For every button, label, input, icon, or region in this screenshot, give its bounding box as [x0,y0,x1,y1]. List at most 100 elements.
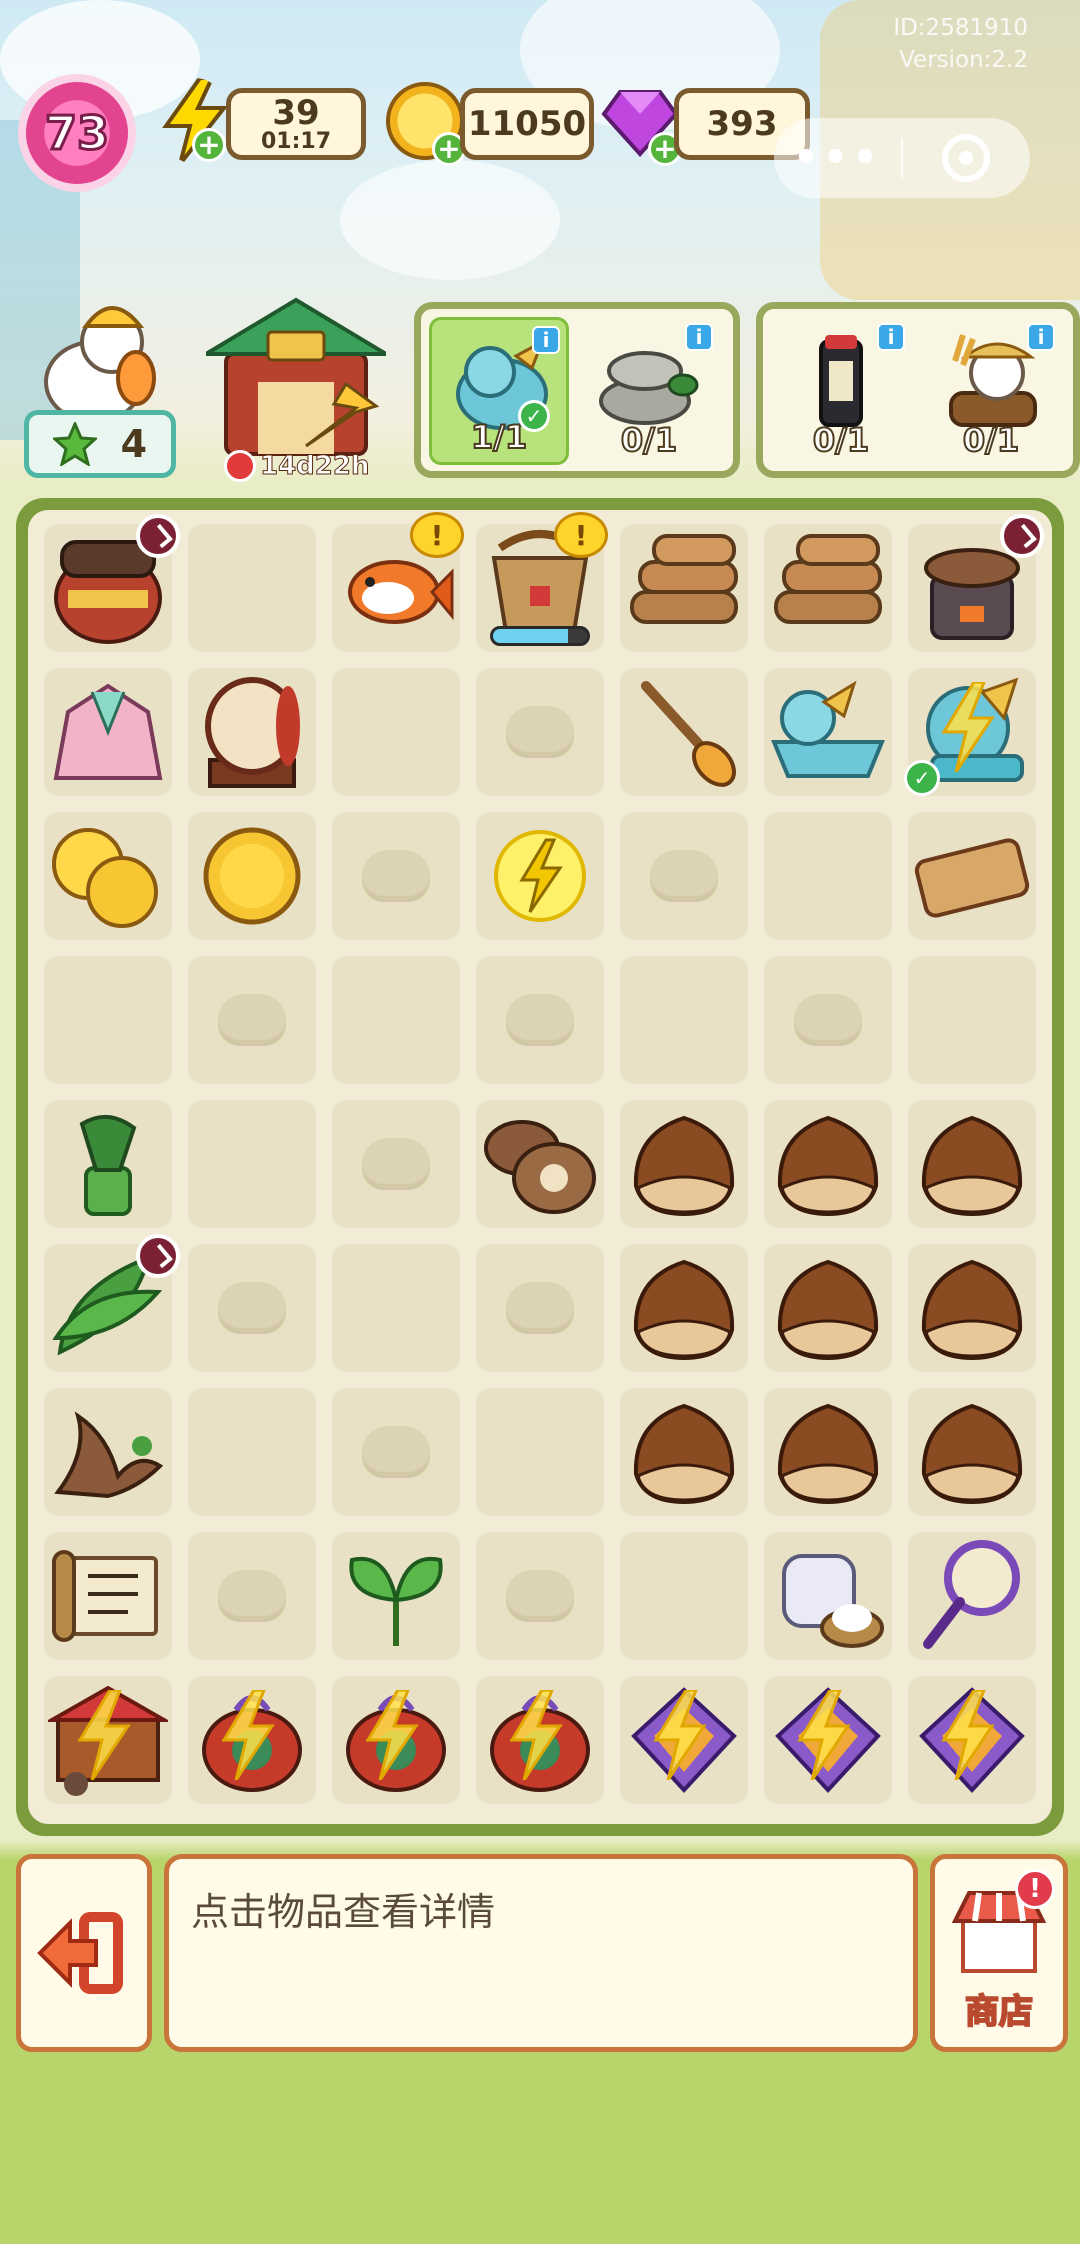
version-info: ID:2581910 Version:2.2 [893,12,1028,76]
board-cell-dragon-head[interactable]: ✓ [904,668,1036,796]
board-cell-pouch[interactable] [476,1676,604,1804]
empty-cell[interactable] [764,812,892,940]
board-cell-kite[interactable] [620,1676,748,1804]
chestnut-icon [633,1403,735,1505]
board-cell-stove[interactable] [908,514,1044,652]
board-cell-chestnut[interactable] [908,1244,1036,1372]
locked-cell[interactable] [476,1244,604,1372]
order-dragon[interactable]: i ✓ 1/1 [429,317,569,465]
empty-cell[interactable] [44,956,172,1084]
board-cell-leaves[interactable] [44,1234,180,1372]
board-cell-fan[interactable] [908,1532,1036,1660]
board-cell-chestnut[interactable] [764,1388,892,1516]
empty-cell[interactable] [188,524,316,652]
locked-cell[interactable] [332,1388,460,1516]
exit-button[interactable] [16,1854,152,2052]
order-stone-mill[interactable]: i 0/1 [579,317,719,465]
order-duck-farmer[interactable]: i 0/1 [921,317,1061,465]
merge-board: !! ✓ [16,498,1064,1836]
board-cell-leaf[interactable] [332,1532,460,1660]
info-icon[interactable]: i [685,323,713,351]
empty-cell[interactable] [476,1388,604,1516]
locked-cell[interactable] [188,956,316,1084]
shop-alert-badge: ! [1015,1869,1055,1909]
board-cell-log[interactable] [908,812,1036,940]
clock-icon [224,450,256,482]
empty-cell[interactable] [620,1532,748,1660]
coins-2-icon [52,828,158,928]
board-cell-root[interactable] [44,1388,172,1516]
locked-cell[interactable] [188,1532,316,1660]
order-ink-stick[interactable]: i 0/1 [771,317,911,465]
board-cell-jar[interactable] [44,514,180,652]
empty-cell[interactable] [188,1388,316,1516]
board-cell-paddle[interactable] [620,668,748,796]
mushroom-icon [484,1120,596,1214]
board-cell-pouch[interactable] [332,1676,460,1804]
target-icon [942,134,991,182]
board-cell-coin[interactable] [188,812,316,940]
board-cell-chestnut[interactable] [764,1100,892,1228]
board-cell-logs[interactable] [764,524,892,652]
board-cell-logs[interactable] [620,524,748,652]
board-cell-hanfu[interactable] [44,668,172,796]
locked-cell[interactable] [188,1244,316,1372]
locked-cell[interactable] [476,956,604,1084]
energy-counter[interactable]: 39 01:17 [226,88,366,160]
coins-counter[interactable]: 11050 [460,88,594,160]
chestnut-icon [777,1115,879,1217]
shop-button[interactable]: ! 商店 [930,1854,1068,2052]
locked-cell[interactable] [620,812,748,940]
locked-cell[interactable] [332,1100,460,1228]
version-label: Version:2.2 [899,47,1028,73]
board-cell-stall[interactable] [44,1676,172,1804]
board-cell-scroll[interactable] [44,1532,172,1660]
board-cell-chestnut[interactable] [620,1244,748,1372]
energy-bolt-icon [77,1690,131,1780]
order-count: 0/1 [620,420,678,460]
empty-cell[interactable] [332,1244,460,1372]
locked-cell[interactable] [764,956,892,1084]
empty-cell[interactable] [188,1100,316,1228]
more-button[interactable]: ••• [774,135,901,181]
locked-cell[interactable] [476,668,604,796]
info-icon[interactable]: i [877,323,905,351]
info-icon[interactable]: i [1027,323,1055,351]
empty-cell[interactable] [332,956,460,1084]
duck-mascot-icon[interactable] [32,296,162,426]
board-cell-chestnut[interactable] [908,1100,1036,1228]
board-cell-energy[interactable] [476,812,604,940]
level-badge[interactable]: 73 [18,74,136,192]
board-cell-dragon-boat[interactable] [764,668,892,796]
dragon-boat-gate-icon[interactable] [206,296,386,456]
energy-plus-button[interactable]: + [192,128,226,162]
star-counter[interactable]: 4 [24,410,176,478]
info-icon[interactable]: i [532,326,560,354]
event-timer: 14d22h [224,448,370,484]
board-cell-mortar[interactable] [44,1100,172,1228]
board-cell-coins-2[interactable] [44,812,172,940]
locked-cell[interactable] [332,812,460,940]
energy-bolt-icon [941,1690,995,1780]
board-cell-koi[interactable]: ! [332,512,464,652]
empty-cell[interactable] [908,956,1036,1084]
board-cell-mushroom[interactable] [476,1100,604,1228]
board-cell-kite[interactable] [764,1676,892,1804]
empty-cell[interactable] [620,956,748,1084]
board-cell-chestnut[interactable] [908,1388,1036,1516]
board-cell-chestnut[interactable] [764,1244,892,1372]
board-cell-chestnut[interactable] [620,1388,748,1516]
board-cell-cream[interactable] [764,1532,892,1660]
energy-bolt-icon [221,1690,275,1780]
logs-icon [630,534,738,624]
locked-cell[interactable] [476,1532,604,1660]
empty-cell[interactable] [332,668,460,796]
board-cell-drum[interactable] [188,668,316,796]
board-cell-bucket[interactable]: ! [476,512,608,652]
coin-icon [203,827,301,925]
close-capsule-button[interactable] [903,134,1030,182]
board-cell-pouch[interactable] [188,1676,316,1804]
gems-value: 393 [706,104,778,144]
board-cell-kite[interactable] [908,1676,1036,1804]
board-cell-chestnut[interactable] [620,1100,748,1228]
